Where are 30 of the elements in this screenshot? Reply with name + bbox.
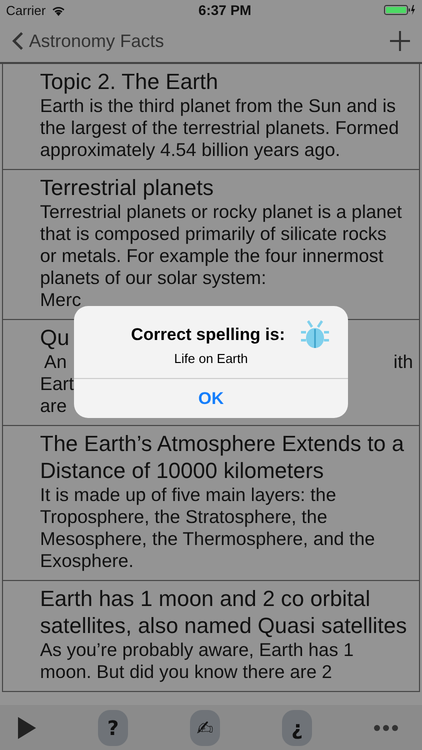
alert-message: Life on Earth [173,351,249,368]
topic-text: ith [393,351,413,373]
topic-text: As you’re probably aware, Earth has 1 moon. But did you know there are 2 [40,639,355,683]
topic-title: Qu [40,324,70,351]
topic-text: Eart [40,373,74,395]
toolbar-button[interactable]: ? [98,710,128,746]
add-icon[interactable] [390,31,410,51]
topic-title: The Earth’s Atmosphere Extends to a Distance of 10000 kilometers [40,430,406,484]
topic-text: are [40,395,67,417]
play-icon[interactable] [18,716,36,738]
chevron-icon [12,31,24,51]
topic-text: Merc [40,289,82,311]
clock-time: 6:37 PM [198,2,252,18]
more-icon[interactable] [374,724,398,730]
back-button[interactable]: Astronomy Facts [12,30,164,52]
toolbar-button[interactable]: ¿ [282,710,312,746]
topic-title: Terrestrial planets [40,174,214,201]
battery-icon [384,4,416,16]
alert-title: Correct spelling is: [131,325,285,345]
topic-text: Earth is the third planet from the Sun and is the largest of the terrestrial planets. Formed approximately 4.54 billion years ago. [40,95,400,161]
topic-title: Earth has 1 moon and 2 co orbital satellites, also named Quasi satellites [40,585,407,639]
bug-icon [298,319,331,351]
topic-text: It is made up of five main layers: the Troposphere, the Stratosphere, the Mesosphere, the Thermosphere, and the Exosphere. [40,484,376,572]
topic-text: Terrestrial planets or rocky planet is a planet that is composed primarily of silicate rocks or metals. For example the four innermost planets of our solar system: [40,201,403,289]
carrier-label: Carrier [6,2,46,18]
toolbar-button[interactable]: ✍ [190,710,220,746]
topic-title: Topic 2. The Earth [40,68,218,95]
topic-text: An [43,351,67,373]
ok-button[interactable]: OK [74,378,348,418]
wifi-icon [50,4,66,16]
